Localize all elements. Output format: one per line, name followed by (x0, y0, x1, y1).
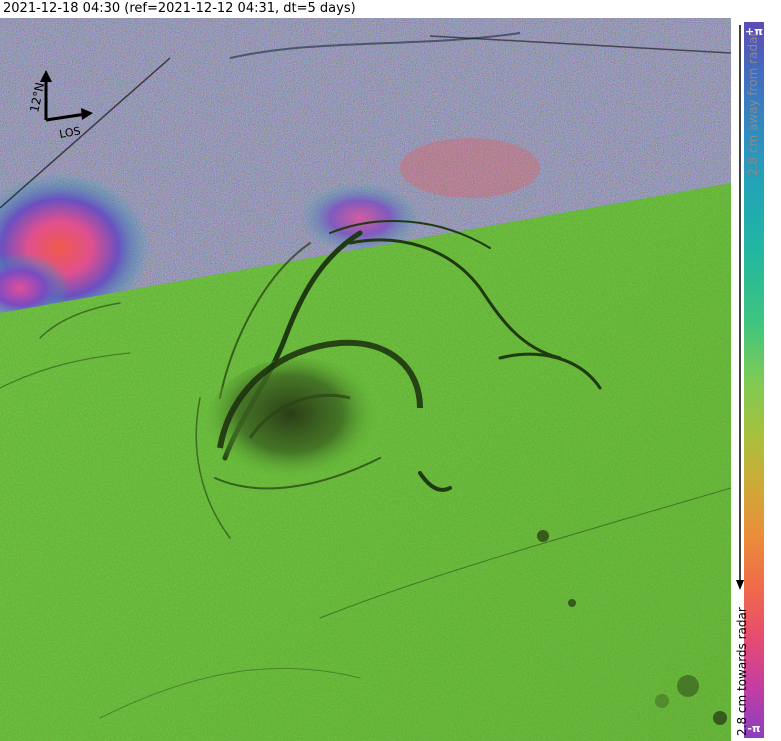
towards-radar-arrow (736, 25, 744, 590)
summit-crater (205, 358, 395, 498)
figure-title: 2021-12-18 04:30 (ref=2021-12-12 04:31, … (3, 1, 356, 16)
towards-radar-label: 2.8 cm towards radar (735, 607, 749, 736)
cinder-cone (568, 599, 576, 607)
interferogram-map[interactable]: 12°N LOS (0, 18, 731, 741)
cinder-cone (655, 694, 669, 708)
cinder-cone (537, 530, 549, 542)
away-from-radar-label: 2.8 cm away from radar (746, 31, 760, 176)
cinder-cone (713, 711, 727, 725)
cinder-cone (677, 675, 699, 697)
